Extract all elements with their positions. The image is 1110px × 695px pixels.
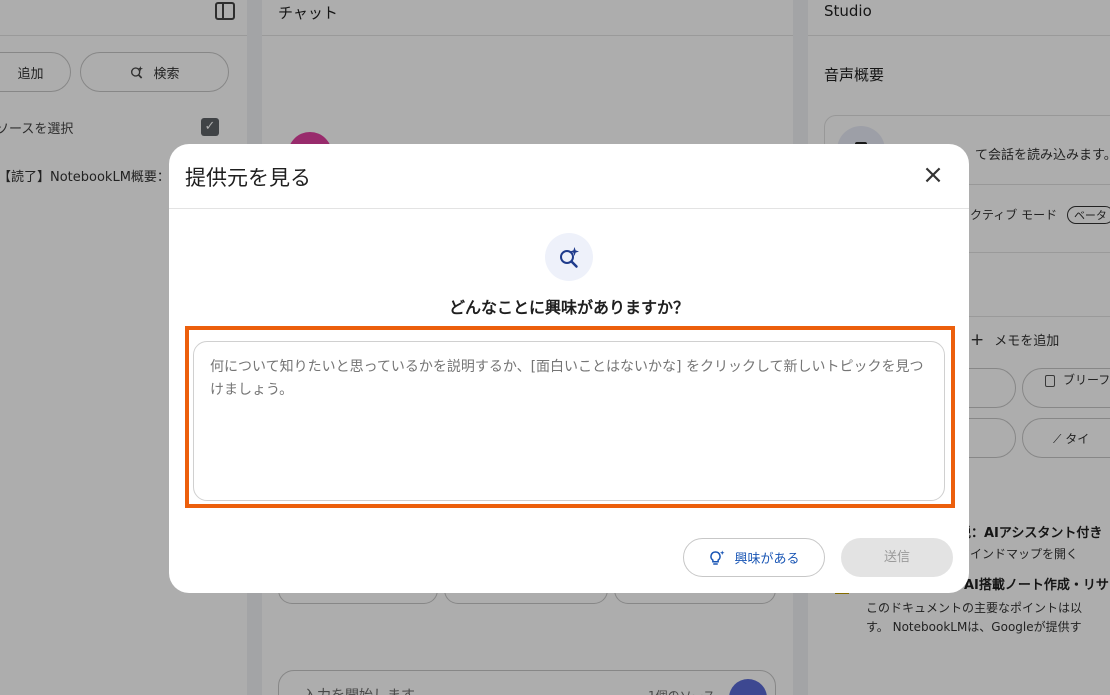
send-button[interactable]: 送信 [841,538,953,577]
discover-sources-dialog: 提供元を見る × どんなことに興味がありますか？ 興味がある 送信 [169,144,969,593]
dialog-title: 提供元を見る [185,166,311,190]
im-interested-button[interactable]: 興味がある [683,538,825,577]
im-interested-label: 興味がある [734,552,800,567]
discover-icon [560,247,579,268]
close-icon[interactable]: × [919,162,947,190]
interest-description-input[interactable] [193,341,945,501]
discover-icon-badge [545,233,593,281]
dialog-divider [169,208,969,209]
lightbulb-sparkle-icon [710,550,725,565]
interest-question: どんなことに興味がありますか？ [448,298,689,317]
